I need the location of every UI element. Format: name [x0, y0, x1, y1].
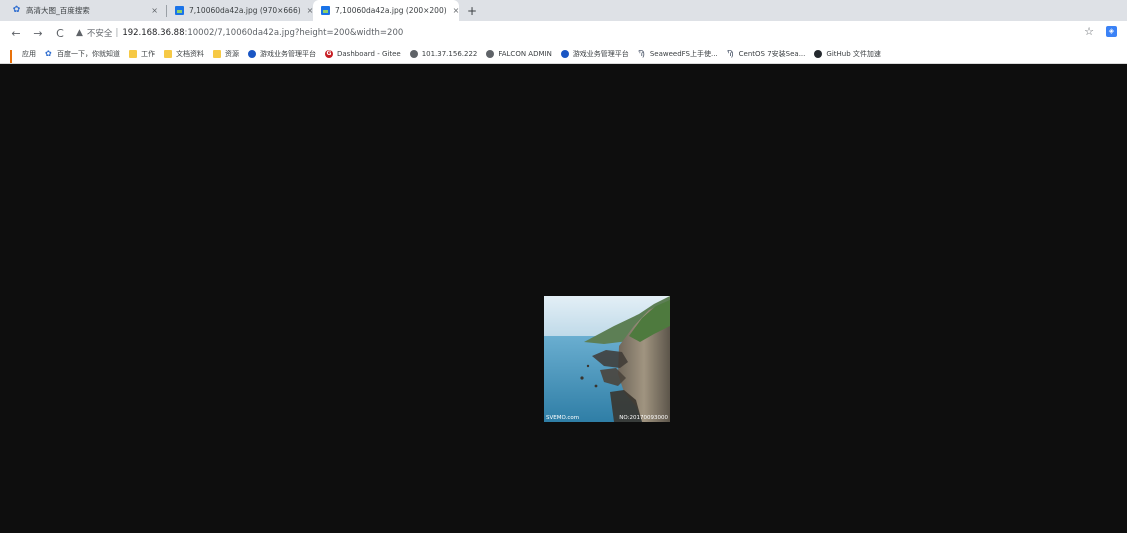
bookmark-label: 百度一下，你就知道	[57, 50, 120, 58]
bookmark-label: 资源	[225, 50, 239, 58]
browser-toolbar: ← → C ▲ 不安全 | 192.168.36.88 :10002/7,100…	[0, 21, 1127, 45]
coast-photo	[544, 296, 670, 422]
tab-close-icon[interactable]: ×	[301, 6, 314, 15]
apps-icon	[10, 50, 18, 63]
seaweed-icon: Ϡ	[637, 49, 645, 58]
image-viewport: SVEMO.com NO:20170093000	[0, 65, 1127, 533]
bookmark-label: FALCON ADMIN	[498, 50, 552, 58]
github-icon	[814, 50, 823, 58]
bookmark-apps[interactable]: 应用	[10, 49, 36, 63]
new-tab-button[interactable]: +	[459, 0, 485, 21]
bookmark-falcon[interactable]: FALCON ADMIN	[486, 50, 552, 58]
bookmark-label: 文档资料	[176, 50, 204, 58]
globe-icon	[560, 50, 569, 58]
folder-icon	[213, 50, 221, 58]
address-bar[interactable]: ▲ 不安全 | 192.168.36.88 :10002/7,10060da42…	[76, 24, 403, 42]
seaweed-icon: Ϡ	[726, 49, 734, 58]
bookmark-label: SeaweedFS上手使...	[649, 50, 718, 58]
bookmark-centos[interactable]: Ϡ CentOS 7安装Sea...	[727, 49, 806, 59]
gitee-icon: G	[325, 50, 333, 58]
bookmark-game-platform-2[interactable]: 游戏业务管理平台	[560, 49, 629, 59]
bookmark-ip[interactable]: 101.37.156.222	[409, 50, 478, 58]
extension-icon[interactable]: ◈	[1106, 26, 1117, 37]
globe-icon	[486, 50, 495, 58]
bookmark-folder-resources[interactable]: 资源	[213, 49, 239, 59]
bookmarks-bar: 应用 ✿ 百度一下，你就知道 工作 文档资料 资源 游戏业务管理平台 G Das…	[0, 45, 1127, 64]
bookmark-game-platform[interactable]: 游戏业务管理平台	[248, 49, 316, 59]
bookmark-folder-work[interactable]: 工作	[129, 49, 155, 59]
displayed-image[interactable]: SVEMO.com NO:20170093000	[544, 296, 670, 422]
warning-icon[interactable]: ▲	[76, 28, 83, 38]
bookmark-label: 工作	[141, 50, 155, 58]
tab-strip: ✿ 高清大图_百度搜索 × 7,10060da42a.jpg (970×666)…	[0, 0, 1127, 21]
tab-title: 7,10060da42a.jpg (200×200)	[335, 6, 447, 15]
bookmark-label: Dashboard - Gitee	[337, 50, 401, 58]
bookmark-star-icon[interactable]: ☆	[1084, 25, 1094, 38]
bookmark-gitee[interactable]: G Dashboard - Gitee	[325, 50, 401, 58]
tab-title: 高清大图_百度搜索	[26, 6, 90, 15]
bookmark-label: 101.37.156.222	[421, 50, 478, 58]
back-button[interactable]: ←	[8, 27, 24, 40]
folder-icon	[164, 50, 172, 58]
bookmark-seaweedfs[interactable]: Ϡ SeaweedFS上手使...	[638, 49, 718, 59]
browser-window: ✿ 高清大图_百度搜索 × 7,10060da42a.jpg (970×666)…	[0, 0, 1127, 533]
url-path: :10002/7,10060da42a.jpg?height=200&width…	[184, 28, 404, 38]
paw-icon: ✿	[12, 5, 21, 15]
tab-baidu-search[interactable]: ✿ 高清大图_百度搜索 ×	[4, 0, 166, 21]
bookmark-folder-docs[interactable]: 文档资料	[164, 49, 204, 59]
bookmark-label: 应用	[22, 50, 36, 58]
insecure-label: 不安全	[86, 29, 113, 39]
url-separator: |	[115, 28, 119, 38]
bookmark-label: CentOS 7安装Sea...	[738, 50, 806, 58]
image-icon	[321, 6, 330, 15]
tab-close-icon[interactable]: ×	[145, 6, 158, 15]
tab-title: 7,10060da42a.jpg (970×666)	[189, 6, 301, 15]
tab-image-active[interactable]: 7,10060da42a.jpg (200×200) ×	[313, 0, 459, 21]
bookmark-label: 游戏业务管理平台	[260, 50, 316, 58]
reload-button[interactable]: C	[52, 27, 68, 40]
globe-icon	[248, 50, 256, 58]
bookmark-github[interactable]: GitHub 文件加速	[814, 49, 881, 59]
toolbar-actions: ☆ ◈	[1084, 25, 1117, 38]
folder-icon	[129, 50, 137, 58]
watermark-left: SVEMO.com	[546, 415, 580, 421]
tab-image-large[interactable]: 7,10060da42a.jpg (970×666) ×	[167, 0, 313, 21]
forward-button[interactable]: →	[30, 27, 46, 40]
bookmark-label: 游戏业务管理平台	[572, 50, 629, 58]
bookmark-baidu[interactable]: ✿ 百度一下，你就知道	[45, 49, 120, 59]
paw-icon: ✿	[45, 49, 52, 58]
watermark-right: NO:20170093000	[619, 415, 668, 421]
globe-icon	[409, 50, 418, 58]
image-icon	[175, 6, 184, 15]
bookmark-label: GitHub 文件加速	[826, 50, 881, 58]
url-host: 192.168.36.88	[122, 28, 185, 38]
tab-close-icon[interactable]: ×	[447, 6, 460, 15]
